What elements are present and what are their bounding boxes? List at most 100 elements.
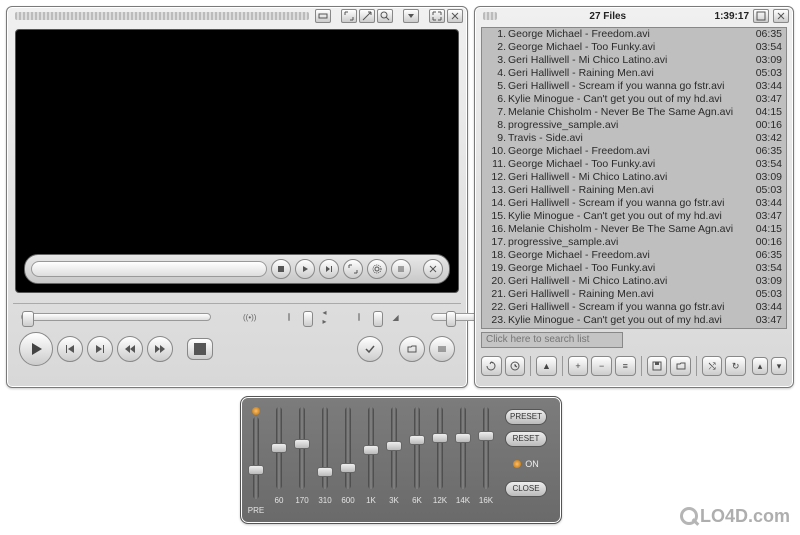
eq-knob[interactable] xyxy=(386,441,402,451)
eq-slider[interactable] xyxy=(299,407,305,489)
playlist-close-button[interactable] xyxy=(773,9,789,23)
osd-fullscreen-button[interactable] xyxy=(343,259,363,279)
pl-sort-asc-button[interactable]: ▴ xyxy=(752,357,768,375)
stop-button[interactable] xyxy=(187,338,213,360)
fit-button[interactable] xyxy=(341,9,357,23)
playlist-item[interactable]: 18.George Michael - Freedom.avi06:35 xyxy=(482,249,786,262)
pl-add-button[interactable]: + xyxy=(568,356,589,376)
fullscreen-button[interactable] xyxy=(429,9,445,23)
eq-knob[interactable] xyxy=(340,463,356,473)
osd-close-button[interactable] xyxy=(423,259,443,279)
playlist-item[interactable]: 2.George Michael - Too Funky.avi03:54 xyxy=(482,41,786,54)
pl-refresh-button[interactable] xyxy=(481,356,502,376)
playlist-item[interactable]: 10.George Michael - Freedom.avi06:35 xyxy=(482,145,786,158)
playlist-titlebar[interactable]: 27 Files 1:39:17 xyxy=(475,7,793,25)
playlist-item[interactable]: 16.Melanie Chisholm - Never Be The Same … xyxy=(482,223,786,236)
open-button[interactable] xyxy=(399,336,425,362)
volume-slider[interactable] xyxy=(431,313,479,321)
pl-up-button[interactable]: ▲ xyxy=(536,356,557,376)
fastforward-button[interactable] xyxy=(147,336,173,362)
seek-slider[interactable] xyxy=(21,313,211,321)
eq-knob[interactable] xyxy=(478,431,494,441)
eq-slider[interactable] xyxy=(276,407,282,489)
eq-knob[interactable] xyxy=(363,445,379,455)
osd-stop-button[interactable] xyxy=(271,259,291,279)
rewind-button[interactable] xyxy=(117,336,143,362)
eq-knob[interactable] xyxy=(432,433,448,443)
playlist-item[interactable]: 4.Geri Halliwell - Raining Men.avi05:03 xyxy=(482,67,786,80)
playlist-body[interactable]: 1.George Michael - Freedom.avi06:352.Geo… xyxy=(481,27,787,329)
eq-slider[interactable] xyxy=(322,407,328,489)
eq-knob[interactable] xyxy=(271,443,287,453)
minimize-button[interactable] xyxy=(403,9,419,23)
playlist-item[interactable]: 12.Geri Halliwell - Mi Chico Latino.avi0… xyxy=(482,171,786,184)
pl-remove-button[interactable]: − xyxy=(591,356,612,376)
pl-shuffle-button[interactable]: ⤭ xyxy=(702,356,723,376)
playlist-item[interactable]: 7.Melanie Chisholm - Never Be The Same A… xyxy=(482,106,786,119)
playlist-item[interactable]: 8.progressive_sample.avi00:16 xyxy=(482,119,786,132)
playlist-item[interactable]: 1.George Michael - Freedom.avi06:35 xyxy=(482,28,786,41)
pl-load-button[interactable] xyxy=(670,356,691,376)
osd-playlist-button[interactable] xyxy=(391,259,411,279)
osd-next-button[interactable] xyxy=(319,259,339,279)
playlist-item[interactable]: 9.Travis - Side.avi03:42 xyxy=(482,132,786,145)
pl-sort-desc-button[interactable]: ▾ xyxy=(771,357,787,375)
osd-seek[interactable] xyxy=(31,261,267,277)
eq-slider[interactable] xyxy=(460,407,466,489)
balance-slider[interactable] xyxy=(358,313,360,321)
eq-slider[interactable] xyxy=(368,407,374,489)
pl-list-button[interactable]: ≡ xyxy=(615,356,636,376)
eq-slider[interactable] xyxy=(391,407,397,489)
close-button[interactable] xyxy=(447,9,463,23)
osd-settings-button[interactable] xyxy=(367,259,387,279)
eq-close-button[interactable]: CLOSE xyxy=(505,481,547,497)
pl-save-button[interactable] xyxy=(647,356,668,376)
eq-knob[interactable] xyxy=(409,435,425,445)
pl-repeat-button[interactable]: ↻ xyxy=(725,356,746,376)
eq-slider[interactable] xyxy=(345,407,351,489)
actual-size-button[interactable] xyxy=(359,9,375,23)
video-area[interactable] xyxy=(15,29,459,293)
item-name: Travis - Side.avi xyxy=(508,132,744,145)
eq-slider[interactable] xyxy=(253,417,259,499)
playlist-maximize-button[interactable] xyxy=(753,9,769,23)
playlist-item[interactable]: 13.Geri Halliwell - Raining Men.avi05:03 xyxy=(482,184,786,197)
eq-slider[interactable] xyxy=(483,407,489,489)
pl-clock-button[interactable] xyxy=(505,356,526,376)
speed-slider[interactable] xyxy=(288,313,290,321)
options-button[interactable] xyxy=(429,336,455,362)
titlebar-grip[interactable] xyxy=(483,12,497,20)
playlist-item[interactable]: 21.Geri Halliwell - Raining Men.avi05:03 xyxy=(482,288,786,301)
zoom-button[interactable] xyxy=(377,9,393,23)
play-button[interactable] xyxy=(19,332,53,366)
item-number: 10. xyxy=(486,145,508,158)
next-track-button[interactable] xyxy=(87,336,113,362)
eq-knob[interactable] xyxy=(455,433,471,443)
playlist-item[interactable]: 15.Kylie Minogue - Can't get you out of … xyxy=(482,210,786,223)
eq-on-toggle[interactable]: ON xyxy=(513,459,539,469)
playlist-item[interactable]: 5.Geri Halliwell - Scream if you wanna g… xyxy=(482,80,786,93)
prev-track-button[interactable] xyxy=(57,336,83,362)
playlist-item[interactable]: 19.George Michael - Too Funky.avi03:54 xyxy=(482,262,786,275)
playlist-search-input[interactable] xyxy=(481,332,623,348)
playlist-item[interactable]: 3.Geri Halliwell - Mi Chico Latino.avi03… xyxy=(482,54,786,67)
playlist-item[interactable]: 20.Geri Halliwell - Mi Chico Latino.avi0… xyxy=(482,275,786,288)
eq-knob[interactable] xyxy=(317,467,333,477)
osd-play-button[interactable] xyxy=(295,259,315,279)
titlebar-grip[interactable] xyxy=(15,12,309,20)
eq-preset-button[interactable]: PRESET xyxy=(505,409,547,425)
eq-knob[interactable] xyxy=(294,439,310,449)
playlist-item[interactable]: 17.progressive_sample.avi00:16 xyxy=(482,236,786,249)
playlist-item[interactable]: 22.Geri Halliwell - Scream if you wanna … xyxy=(482,301,786,314)
check-button[interactable] xyxy=(357,336,383,362)
eq-band-14K: 14K xyxy=(456,407,470,515)
eq-reset-button[interactable]: RESET xyxy=(505,431,547,447)
playlist-item[interactable]: 14.Geri Halliwell - Scream if you wanna … xyxy=(482,197,786,210)
playlist-item[interactable]: 6.Kylie Minogue - Can't get you out of m… xyxy=(482,93,786,106)
eq-knob[interactable] xyxy=(248,465,264,475)
playlist-item[interactable]: 11.George Michael - Too Funky.avi03:54 xyxy=(482,158,786,171)
playlist-item[interactable]: 23.Kylie Minogue - Can't get you out of … xyxy=(482,314,786,327)
eq-slider[interactable] xyxy=(437,407,443,489)
compact-mode-button[interactable] xyxy=(315,9,331,23)
eq-slider[interactable] xyxy=(414,407,420,489)
